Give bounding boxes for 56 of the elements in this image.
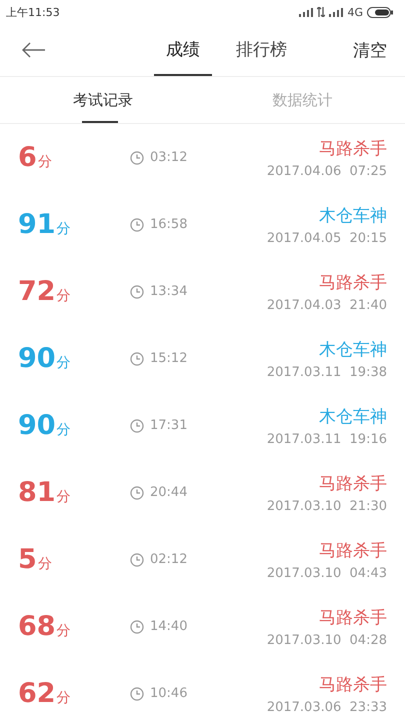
duration: 10:46: [150, 686, 188, 701]
exam-date: 2017.03.10 04:28: [266, 632, 387, 648]
exam-date: 2017.03.10 21:30: [266, 498, 387, 514]
clock-icon: [130, 486, 144, 500]
clock-icon: [130, 552, 144, 566]
score: 90分: [18, 410, 72, 441]
nav-tab[interactable]: 排行榜: [224, 24, 299, 76]
exam-date: 2017.03.10 04:43: [266, 566, 387, 580]
status-time: 上午11:53: [6, 4, 60, 20]
score: 91分: [18, 209, 72, 240]
exam-date: 2017.03.06 23:33: [266, 700, 387, 714]
exam-date: 2017.04.06 07:25: [266, 164, 387, 178]
nav-tab[interactable]: 成绩: [154, 24, 212, 76]
clock-icon: [130, 418, 144, 432]
score: 72 分: [18, 276, 72, 307]
clock-icon: [130, 352, 144, 366]
score: 68分: [18, 611, 72, 642]
rank-title: 马路杀手: [319, 606, 387, 628]
clear-button[interactable]: 清空: [353, 38, 387, 62]
exam-date: 2017.03.11 19:38: [266, 364, 387, 380]
signal-icon: [299, 8, 314, 16]
rank-title: 马路杀手: [319, 138, 387, 160]
score: 6分: [18, 142, 53, 173]
duration: 17:31: [150, 418, 188, 433]
back-arrow-icon[interactable]: [22, 42, 46, 58]
clock-icon: [130, 686, 144, 700]
duration: 15:12: [150, 351, 188, 366]
rank-title: 木仓车神: [319, 406, 387, 428]
rank-title: 马路杀手: [319, 674, 387, 696]
duration: 02:12: [150, 552, 188, 567]
clock-icon: [130, 284, 144, 298]
sub-tab[interactable]: 考试记录: [0, 77, 200, 123]
rank-title: 马路杀手: [319, 472, 387, 494]
signal-icon: [329, 8, 344, 16]
duration: 14:40: [150, 619, 188, 634]
score: 81分: [18, 477, 72, 508]
network-type: 4G: [347, 6, 363, 18]
duration: 20:44: [150, 485, 188, 500]
clock-icon: [130, 218, 144, 232]
rank-title: 马路杀手: [319, 540, 387, 562]
rank-title: 马路杀手: [319, 272, 387, 294]
score: 90分: [18, 343, 72, 374]
exam-date: 2017.03.11 19:16: [266, 432, 387, 446]
duration: 13:34: [150, 284, 188, 299]
exam-date: 2017.04.05 20:15: [266, 230, 387, 246]
score: 5 分: [18, 544, 53, 575]
exam-date: 2017.04.03 21:40: [266, 298, 387, 312]
clock-icon: [130, 620, 144, 634]
duration: 16:58: [150, 217, 188, 232]
rank-title: 木仓车神: [319, 338, 387, 360]
rank-title: 木仓车神: [319, 204, 387, 226]
clock-icon: [130, 150, 144, 164]
score: 62 分: [18, 678, 72, 709]
data-transfer-icon: [317, 7, 326, 17]
battery-icon: [367, 6, 393, 18]
duration: 03:12: [150, 150, 188, 165]
